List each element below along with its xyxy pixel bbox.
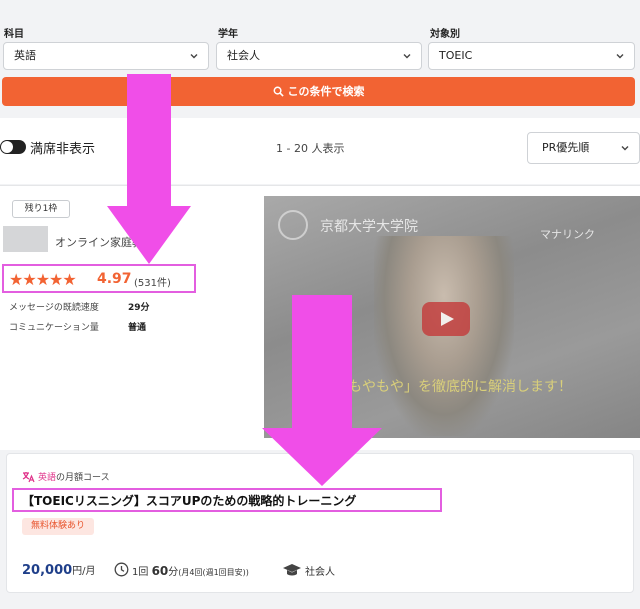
university-logo-icon — [278, 210, 308, 240]
play-icon[interactable] — [422, 302, 470, 336]
price-unit: 円/月 — [72, 566, 96, 577]
course-title[interactable]: 【TOEICリスニング】スコアUPのための戦略的トレーニング — [22, 492, 356, 509]
stat-label-read-speed: メッセージの既読速度 — [9, 303, 99, 313]
course-target: 社会人 — [305, 567, 335, 578]
stat-value-read-speed: 29分 — [128, 303, 150, 313]
rating-count: (531件) — [134, 278, 171, 289]
lesson-minutes: 60 — [151, 564, 169, 578]
subject-select[interactable]: 英語 — [3, 42, 209, 70]
course-subject-line: 英語の月額コース — [22, 470, 110, 483]
arrow-down-icon — [262, 295, 382, 486]
chevron-down-icon — [621, 146, 629, 151]
slots-remaining-badge: 残り1枠 — [12, 200, 70, 218]
search-button[interactable]: この条件で検索 — [2, 77, 635, 106]
chevron-down-icon — [403, 54, 411, 59]
clock-icon — [114, 562, 129, 577]
rating-stars: ★★★★★ — [9, 270, 77, 289]
hide-full-toggle[interactable] — [0, 140, 26, 154]
results-count: 1 - 20 人表示 — [276, 142, 345, 155]
search-icon — [273, 86, 284, 97]
subject-filter-label: 科目 — [4, 29, 24, 40]
grade-select[interactable]: 社会人 — [216, 42, 422, 70]
video-title: 京都大学大学院 — [320, 219, 418, 235]
lesson-info: 1回 60分(月4回(週1回目安)) — [132, 563, 249, 578]
arrow-down-icon — [107, 74, 191, 264]
target-filter-label: 対象別 — [430, 29, 460, 40]
translate-icon — [22, 472, 35, 483]
sort-select-value: PR優先順 — [542, 141, 590, 154]
video-brand: マナリンク — [540, 228, 595, 241]
chevron-down-icon — [616, 54, 624, 59]
toggle-knob — [1, 141, 13, 153]
tutor-name-redacted — [3, 226, 48, 252]
course-price: 20,000円/月 — [22, 562, 96, 578]
lesson-count-prefix: 1回 — [132, 567, 149, 578]
video-person-image — [374, 236, 514, 436]
price-value: 20,000 — [22, 563, 73, 578]
search-button-label: この条件で検索 — [287, 85, 365, 98]
free-trial-badge: 無料体験あり — [22, 518, 94, 535]
graduation-cap-icon — [283, 564, 301, 576]
hide-full-toggle-label: 満席非表示 — [30, 142, 96, 157]
rating-value: 4.97 — [97, 271, 132, 287]
lesson-minutes-unit: 分 — [168, 567, 179, 578]
target-select[interactable]: TOEIC — [428, 42, 635, 70]
grade-filter-label: 学年 — [218, 29, 238, 40]
grade-select-value: 社会人 — [227, 49, 260, 62]
lesson-frequency: (月4回(週1回目安)) — [178, 568, 249, 577]
chevron-down-icon — [190, 54, 198, 59]
target-select-value: TOEIC — [439, 49, 473, 62]
stat-label-communication: コミュニケーション量 — [9, 323, 99, 333]
course-type: の月額コース — [56, 473, 110, 483]
subject-select-value: 英語 — [14, 49, 36, 62]
stat-value-communication: 普通 — [128, 323, 147, 333]
sort-select[interactable]: PR優先順 — [527, 132, 640, 164]
course-subject: 英語 — [38, 473, 57, 483]
